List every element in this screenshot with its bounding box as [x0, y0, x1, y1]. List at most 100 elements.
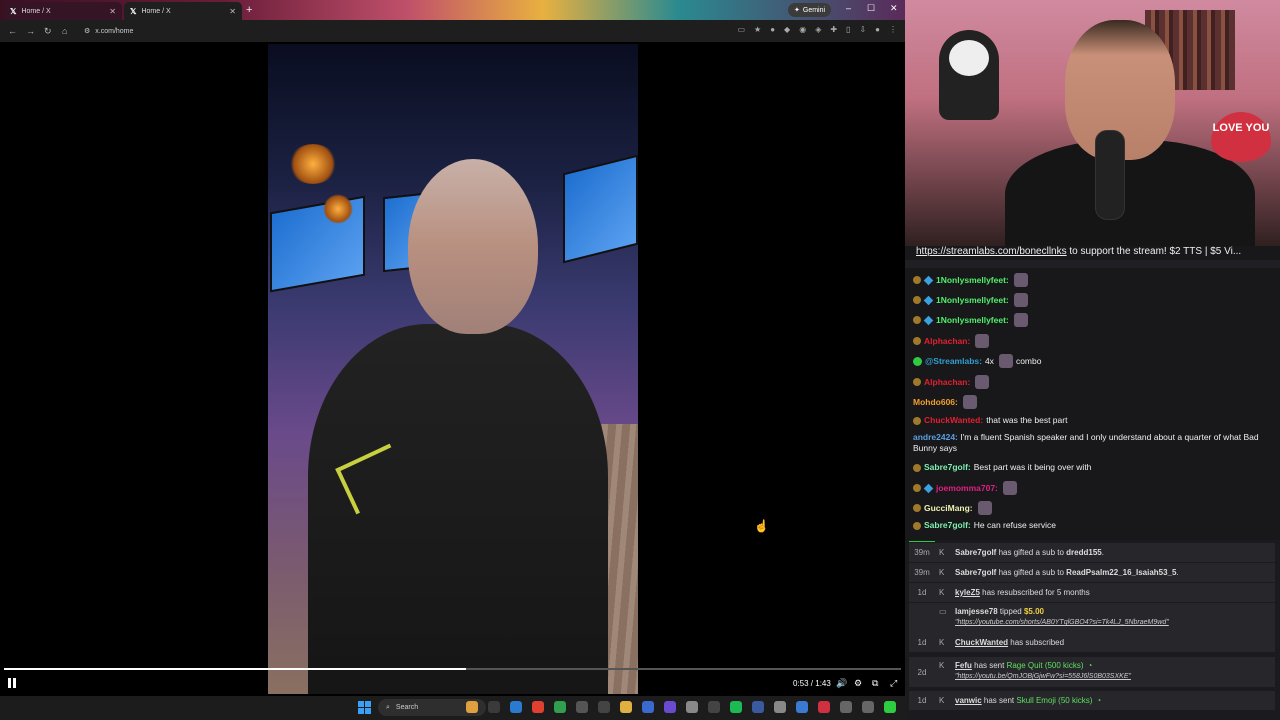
terminal-icon[interactable]: [598, 701, 610, 713]
bits-badge-icon[interactable]: [913, 316, 921, 324]
chat-username[interactable]: Alphachan:: [924, 377, 970, 388]
event-username[interactable]: Sabre7golf: [955, 568, 996, 577]
chat-username[interactable]: andre2424:: [913, 432, 958, 442]
video-frame[interactable]: [268, 44, 638, 694]
reload-icon[interactable]: ↻: [44, 25, 52, 37]
chat-username[interactable]: 1Nonlysmellyfeet:: [936, 315, 1009, 326]
verified-badge-icon[interactable]: [913, 356, 922, 366]
event-username[interactable]: Sabre7golf: [955, 548, 996, 557]
puzzle-icon[interactable]: ✚: [830, 25, 837, 34]
minimize-button[interactable]: –: [846, 3, 851, 13]
emote-icon[interactable]: [1002, 481, 1017, 495]
home-icon[interactable]: ⌂: [62, 25, 67, 37]
tab-home-x-1[interactable]: 𝕏 Home / X ✕: [4, 2, 122, 20]
chat-username[interactable]: Sabre7golf:: [924, 520, 971, 531]
event-username[interactable]: vanwic: [955, 696, 982, 705]
app-icon[interactable]: [774, 701, 786, 713]
streamlabs-link[interactable]: https://streamlabs.com/bonecllnks: [916, 246, 1067, 257]
maximize-button[interactable]: ☐: [867, 3, 875, 14]
fullscreen-icon[interactable]: ⤢: [890, 678, 897, 689]
windows-start-icon[interactable]: [358, 701, 371, 714]
chrome-icon[interactable]: [532, 701, 544, 713]
video-viewport[interactable]: ☝: [0, 42, 905, 696]
folder-icon[interactable]: [620, 701, 632, 713]
profile-avatar-icon[interactable]: ●: [875, 25, 880, 34]
pip-icon[interactable]: ⧉: [872, 678, 878, 689]
chrome-icon[interactable]: [554, 701, 566, 713]
chat-username[interactable]: 1Nonlysmellyfeet:: [936, 295, 1009, 306]
emote-icon[interactable]: [998, 354, 1013, 368]
kick-app-icon[interactable]: [884, 701, 896, 713]
app-icon[interactable]: [796, 701, 808, 713]
bits-badge-icon[interactable]: [913, 296, 921, 304]
sub-badge-icon[interactable]: [923, 295, 934, 305]
maps-icon[interactable]: [818, 701, 830, 713]
app-icon[interactable]: [576, 701, 588, 713]
close-icon[interactable]: ✕: [229, 7, 236, 16]
site-info-icon[interactable]: ⚙: [84, 27, 90, 35]
event-username[interactable]: Fefu: [955, 661, 972, 670]
download-icon[interactable]: ⇩: [859, 25, 866, 34]
event-link[interactable]: "https://youtu.be/QmJOBjGjwFw?si=558J6lS…: [955, 673, 1131, 680]
spotify-icon[interactable]: [730, 701, 742, 713]
emote-icon[interactable]: [975, 375, 990, 389]
star-icon[interactable]: ★: [754, 25, 761, 34]
event-username[interactable]: ChuckWanted: [955, 638, 1008, 647]
bits-badge-icon[interactable]: [913, 463, 921, 472]
chat-username[interactable]: joemomma707:: [936, 483, 998, 494]
emote-icon[interactable]: [1013, 313, 1028, 327]
emote-icon[interactable]: [1013, 273, 1028, 287]
video-progress-bar[interactable]: [4, 668, 901, 670]
chat-username[interactable]: 1Nonlysmellyfeet:: [936, 275, 1009, 286]
forward-arrow-icon[interactable]: →: [26, 25, 35, 37]
volume-icon[interactable]: 🔊: [836, 678, 847, 689]
chat-username[interactable]: Sabre7golf:: [924, 462, 971, 473]
file-explorer-icon[interactable]: [488, 701, 500, 713]
address-bar[interactable]: ⚙ x.com/home: [78, 23, 738, 39]
menu-icon[interactable]: ⋮: [889, 25, 897, 34]
app-icon[interactable]: [642, 701, 654, 713]
sidebar-icon[interactable]: ▯: [846, 25, 850, 34]
chat-username[interactable]: Alphachan:: [924, 336, 970, 347]
tab-home-x-2[interactable]: 𝕏 Home / X ✕: [124, 2, 242, 20]
app-icon[interactable]: [840, 701, 852, 713]
bits-badge-icon[interactable]: [913, 521, 921, 530]
app-icon[interactable]: [708, 701, 720, 713]
chat-username[interactable]: ChuckWanted:: [924, 415, 983, 426]
edge-icon[interactable]: [510, 701, 522, 713]
bits-badge-icon[interactable]: [913, 378, 921, 386]
sub-badge-icon[interactable]: [923, 275, 934, 285]
extension-icon[interactable]: ◆: [784, 25, 790, 34]
event-username[interactable]: Iamjesse78: [955, 607, 998, 616]
settings-gear-icon[interactable]: ⚙: [854, 678, 862, 689]
event-link[interactable]: "https://youtube.com/shorts/AB0YTqlGBO4?…: [955, 619, 1169, 626]
emote-icon[interactable]: [962, 395, 977, 409]
bits-badge-icon[interactable]: [913, 337, 921, 345]
close-icon[interactable]: ✕: [109, 7, 116, 16]
event-target-user[interactable]: dredd155: [1066, 548, 1102, 557]
emote-icon[interactable]: [1013, 293, 1028, 307]
bits-badge-icon[interactable]: [913, 276, 921, 284]
bits-badge-icon[interactable]: [913, 484, 921, 492]
app-icon[interactable]: [664, 701, 676, 713]
new-tab-button[interactable]: +: [246, 4, 252, 16]
app-icon[interactable]: [686, 701, 698, 713]
event-target-user[interactable]: ReadPsalm22_16_Isaiah53_5: [1066, 568, 1176, 577]
app-icon[interactable]: [862, 701, 874, 713]
chat-username[interactable]: Mohdo606:: [913, 397, 958, 408]
gemini-button[interactable]: ✦ Gemini: [788, 3, 832, 17]
cast-icon[interactable]: ▭: [737, 25, 745, 34]
pause-button[interactable]: [8, 678, 18, 690]
extension-icon[interactable]: ◉: [799, 25, 806, 34]
bits-badge-icon[interactable]: [913, 416, 921, 425]
extension-icon[interactable]: ●: [770, 25, 775, 34]
window-close-button[interactable]: ✕: [890, 3, 898, 14]
emote-icon[interactable]: [975, 334, 990, 348]
app-icon[interactable]: [752, 701, 764, 713]
bits-badge-icon[interactable]: [913, 504, 921, 512]
event-username[interactable]: kyleZ5: [955, 588, 980, 597]
back-arrow-icon[interactable]: ←: [8, 25, 17, 37]
chat-username[interactable]: GucciMang:: [924, 503, 973, 514]
chat-username[interactable]: @Streamlabs:: [925, 356, 982, 367]
bread-icon[interactable]: [466, 701, 478, 713]
